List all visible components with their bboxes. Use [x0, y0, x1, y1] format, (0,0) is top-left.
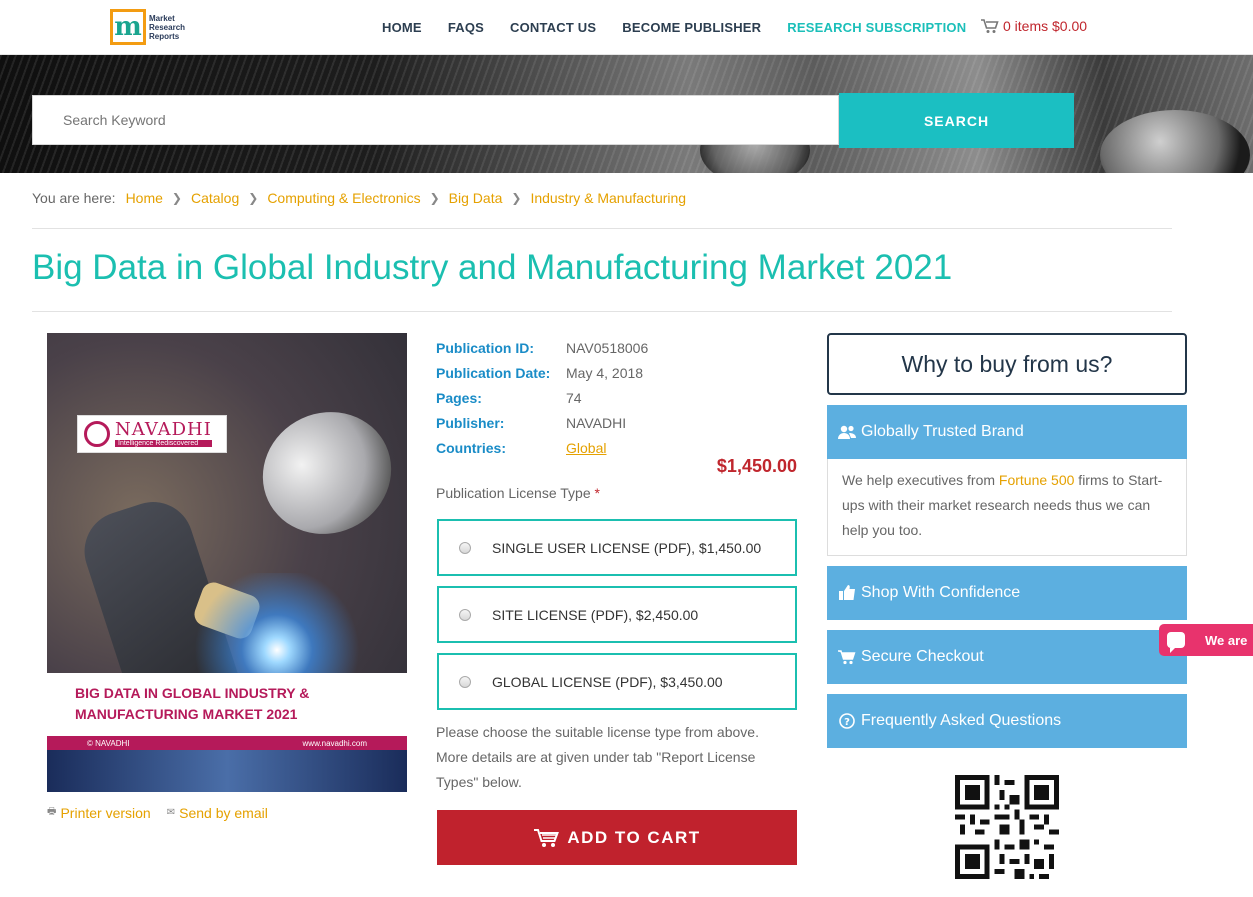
radio-button[interactable] [459, 541, 471, 554]
chevron-right-icon: ❯ [429, 191, 440, 205]
cover-title-band: BIG DATA IN GLOBAL INDUSTRY & MANUFACTUR… [47, 673, 407, 741]
share-links: 🖶 Printer version ✉ Send by email [47, 804, 284, 821]
radio-button[interactable] [459, 675, 471, 688]
cart-icon [837, 649, 857, 665]
publication-details: Publication ID: NAV0518006 Publication D… [436, 335, 648, 460]
page-title: Big Data in Global Industry and Manufact… [32, 248, 953, 287]
breadcrumb-industry[interactable]: Industry & Manufacturing [530, 190, 686, 206]
cover-title-line1: BIG DATA IN GLOBAL INDUSTRY & [75, 685, 310, 701]
breadcrumb: You are here: Home ❯ Catalog ❯ Computing… [32, 190, 686, 206]
chevron-right-icon: ❯ [511, 191, 522, 205]
chat-widget-tab[interactable]: We are [1159, 624, 1253, 656]
detail-row: Publication Date: May 4, 2018 [436, 364, 644, 381]
chevron-right-icon: ❯ [248, 191, 259, 205]
question-circle-icon: ? [837, 713, 857, 729]
breadcrumb-home[interactable]: Home [126, 190, 163, 206]
license-option-single-user[interactable]: SINGLE USER LICENSE (PDF), $1,450.00 [437, 519, 797, 576]
price: $1,450.00 [716, 456, 797, 476]
detail-row: Publisher: NAVADHI [436, 414, 627, 431]
why-buy-heading: Why to buy from us? [827, 333, 1187, 395]
fortune-500-link[interactable]: Fortune 500 [999, 472, 1075, 488]
nav-research-subscription[interactable]: RESEARCH SUBSCRIPTION [787, 20, 966, 35]
publisher-name: NAVADHI [566, 414, 627, 431]
detail-row: Publication ID: NAV0518006 [436, 339, 649, 356]
cover-brand: NAVADHI [115, 419, 212, 440]
hero-banner: SEARCH [0, 55, 1253, 173]
faq-panel[interactable]: ? Frequently Asked Questions [827, 694, 1187, 748]
required-mark: * [594, 485, 600, 501]
cart-icon [534, 828, 560, 847]
license-option-site[interactable]: SITE LICENSE (PDF), $2,450.00 [437, 586, 797, 643]
radio-button[interactable] [459, 608, 471, 621]
pages-count: 74 [566, 389, 582, 406]
detail-row: Pages: 74 [436, 389, 582, 406]
send-by-email-link[interactable]: ✉ Send by email [167, 804, 268, 821]
cover-bottom-strip [47, 750, 407, 792]
nav-become-publisher[interactable]: BECOME PUBLISHER [622, 20, 761, 35]
site-header: m Market Research Reports HOME FAQS CONT… [0, 0, 1253, 55]
report-cover-image: NAVADHI Intelligence Rediscovered BIG DA… [47, 333, 407, 792]
qr-code [955, 775, 1059, 879]
nav-contact-us[interactable]: CONTACT US [510, 20, 596, 35]
logo-text: Market Research Reports [149, 13, 186, 41]
add-to-cart-button[interactable]: ADD TO CART [437, 810, 797, 865]
shop-with-confidence-panel[interactable]: Shop With Confidence [827, 566, 1187, 620]
trusted-brand-text: We help executives from Fortune 500 firm… [827, 459, 1187, 556]
navadhi-logo-icon [84, 421, 110, 447]
search-input[interactable] [32, 95, 839, 145]
main-nav: HOME FAQS CONTACT US BECOME PUBLISHER RE… [382, 0, 992, 55]
email-icon: ✉ [166, 807, 176, 818]
publication-date: May 4, 2018 [566, 364, 644, 381]
breadcrumb-big-data[interactable]: Big Data [449, 190, 503, 206]
cart-link[interactable]: 0 items $0.00 [981, 18, 1087, 34]
globally-trusted-brand-header: Globally Trusted Brand [827, 405, 1187, 459]
cart-summary: 0 items $0.00 [1003, 18, 1088, 34]
secure-checkout-panel[interactable]: Secure Checkout [827, 630, 1187, 684]
license-note: Please choose the suitable license type … [436, 724, 759, 790]
thumbs-up-icon [837, 585, 857, 601]
license-option-global[interactable]: GLOBAL LICENSE (PDF), $3,450.00 [437, 653, 797, 710]
breadcrumb-computing[interactable]: Computing & Electronics [267, 190, 420, 206]
divider [32, 311, 1172, 312]
nav-faqs[interactable]: FAQS [448, 20, 484, 35]
breadcrumb-catalog[interactable]: Catalog [191, 190, 239, 206]
cover-tagline: Intelligence Rediscovered [115, 440, 212, 447]
breadcrumb-label: You are here: [32, 190, 116, 206]
users-icon [837, 424, 857, 440]
logo-mark: m [110, 9, 146, 45]
cover-publisher-badge: NAVADHI Intelligence Rediscovered [77, 415, 227, 453]
countries-link[interactable]: Global [566, 440, 606, 456]
divider [32, 228, 1172, 229]
printer-version-link[interactable]: 🖶 Printer version [47, 804, 151, 821]
chevron-right-icon: ❯ [171, 191, 182, 205]
cover-title-line2: MANUFACTURING MARKET 2021 [75, 706, 298, 722]
site-logo[interactable]: m Market Research Reports [110, 9, 185, 45]
chat-bubble-icon [1167, 632, 1185, 653]
printer-icon: 🖶 [47, 806, 57, 817]
publication-id: NAV0518006 [566, 339, 649, 356]
license-type-label: Publication License Type * [436, 485, 600, 501]
nav-home[interactable]: HOME [382, 20, 422, 35]
cover-footer: © NAVADHI www.navadhi.com [47, 736, 407, 750]
search-button[interactable]: SEARCH [839, 93, 1074, 148]
svg-text:?: ? [844, 717, 850, 728]
cart-icon [981, 18, 999, 33]
detail-row: Countries: Global [436, 439, 607, 456]
